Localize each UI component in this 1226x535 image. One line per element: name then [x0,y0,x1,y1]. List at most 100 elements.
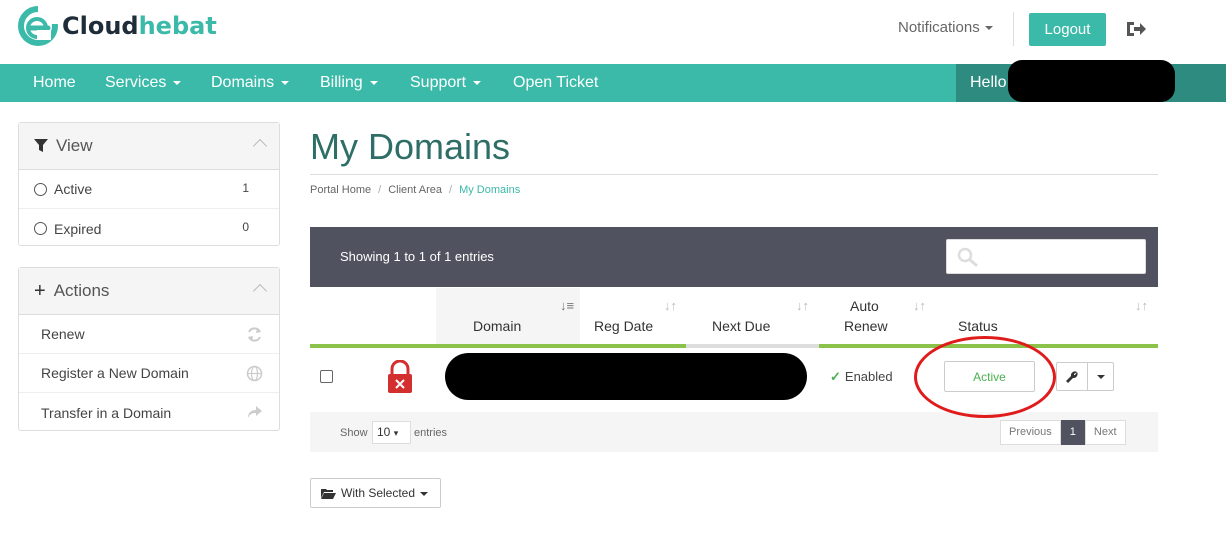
auto-renew-value: Enabled [844,369,893,384]
action-label: Register a New Domain [41,365,189,381]
table-toolbar: Showing 1 to 1 of 1 entries [310,227,1158,287]
filter-label: Expired [54,220,102,237]
column-header-select [310,288,436,348]
notifications-dropdown[interactable]: Notifications [898,19,993,36]
nav-label: Open Ticket [513,74,599,91]
annotation-circle [914,336,1056,418]
caret-down-icon [984,26,993,31]
table-footer: Show 10 ▾ entries Previous 1 Next [310,412,1158,452]
view-panel-header[interactable]: View [19,123,279,170]
breadcrumb: Portal Home / Client Area / My Domains [310,184,521,196]
pagination-previous[interactable]: Previous [1000,420,1061,445]
redacted-domain [445,353,807,400]
nav-label: Domains [211,74,275,91]
manage-button[interactable] [1056,362,1088,391]
notifications-label: Notifications [898,19,980,36]
count-badge: 1 [242,181,249,195]
nav-home[interactable]: Home [33,64,76,102]
radio-icon[interactable] [34,182,47,196]
title-divider [310,174,1158,175]
sort-ascending-icon: ↓≡ [560,298,575,313]
action-transfer-domain[interactable]: Transfer in a Domain [19,393,279,432]
hello-label: Hello [970,74,1007,91]
chevron-down-icon: ▾ [393,428,399,438]
panel-title: View [56,136,93,155]
nav-label: Billing [320,74,363,91]
caret-down-icon [1097,375,1105,379]
filter-active[interactable]: Active 1 [19,170,279,209]
with-selected-label: With Selected [341,486,416,500]
plus-icon: + [34,279,46,302]
nav-support[interactable]: Support [410,64,482,102]
page-size-select[interactable]: 10 ▾ [372,421,411,444]
row-checkbox[interactable] [320,370,333,383]
column-label: Auto [850,298,879,314]
filter-expired[interactable]: Expired 0 [19,209,279,248]
chevron-up-icon[interactable] [252,138,268,154]
check-icon: ✓ [830,369,841,384]
column-header-auto-renew[interactable]: Auto Renew ↓↑ [819,288,938,348]
nav-label: Home [33,74,76,91]
caret-down-icon [173,80,182,85]
actions-panel: + Actions Renew Register a New Domain Tr… [18,267,280,431]
caret-down-icon [420,491,429,496]
count-badge: 0 [242,220,249,234]
refresh-icon [248,327,261,342]
nav-label: Services [105,74,167,91]
showing-entries-text: Showing 1 to 1 of 1 entries [340,249,494,264]
column-label: Status [958,318,998,334]
action-label: Transfer in a Domain [41,404,172,421]
caret-down-icon [281,80,290,85]
sign-out-icon[interactable] [1125,19,1147,39]
with-selected-dropdown[interactable]: With Selected [310,478,441,508]
brand-logo[interactable]: Cloudhebat [18,6,217,46]
nav-services[interactable]: Services [105,64,182,102]
column-header-next-due[interactable]: Next Due ↓↑ [686,288,819,348]
nav-billing[interactable]: Billing [320,64,378,102]
column-label: Renew [844,318,888,334]
table-search-input[interactable] [946,239,1146,274]
chevron-up-icon[interactable] [252,283,268,299]
column-header-domain[interactable]: Domain ↓≡ [436,288,580,348]
breadcrumb-portal-home[interactable]: Portal Home [310,184,371,196]
filter-icon [34,139,48,152]
row-actions-dropdown[interactable] [1087,362,1114,391]
page-size-value: 10 [377,425,391,439]
action-register-domain[interactable]: Register a New Domain [19,354,279,393]
top-bar: Cloudhebat Notifications Logout [0,0,1226,64]
logo-text: Cloudhebat [62,12,217,40]
actions-panel-header[interactable]: + Actions [19,268,279,315]
redacted-username [1008,60,1175,102]
column-header-reg-date[interactable]: Reg Date ↓↑ [580,288,686,348]
action-renew[interactable]: Renew [19,315,279,354]
logo-icon [18,6,58,46]
lock-icon [388,360,412,393]
sort-icon: ↓↑ [796,298,809,313]
search-icon [957,247,978,267]
logout-button[interactable]: Logout [1029,13,1106,46]
breadcrumb-client-area[interactable]: Client Area [388,184,442,196]
caret-down-icon [369,80,378,85]
nav-label: Support [410,74,467,91]
sort-icon: ↓↑ [664,298,677,313]
auto-renew-status: ✓ Enabled [830,369,893,385]
share-icon [248,406,262,418]
nav-open-ticket[interactable]: Open Ticket [513,64,598,102]
column-label: Domain [473,318,522,334]
entries-label: entries [414,427,448,439]
sort-icon: ↓↑ [913,298,926,313]
column-label: Reg Date [594,318,654,334]
panel-title: Actions [53,281,110,300]
column-label: Next Due [712,318,771,334]
pagination-next[interactable]: Next [1084,420,1126,445]
action-label: Renew [41,326,85,342]
pagination-page-1[interactable]: 1 [1060,420,1085,445]
folder-open-icon [321,489,336,500]
page-title: My Domains [310,126,511,167]
globe-icon [246,365,263,382]
radio-icon[interactable] [34,222,47,235]
view-filter-panel: View Active 1 Expired 0 [18,122,280,246]
wrench-icon [1066,371,1078,383]
nav-domains[interactable]: Domains [211,64,290,102]
breadcrumb-current: My Domains [459,184,521,196]
